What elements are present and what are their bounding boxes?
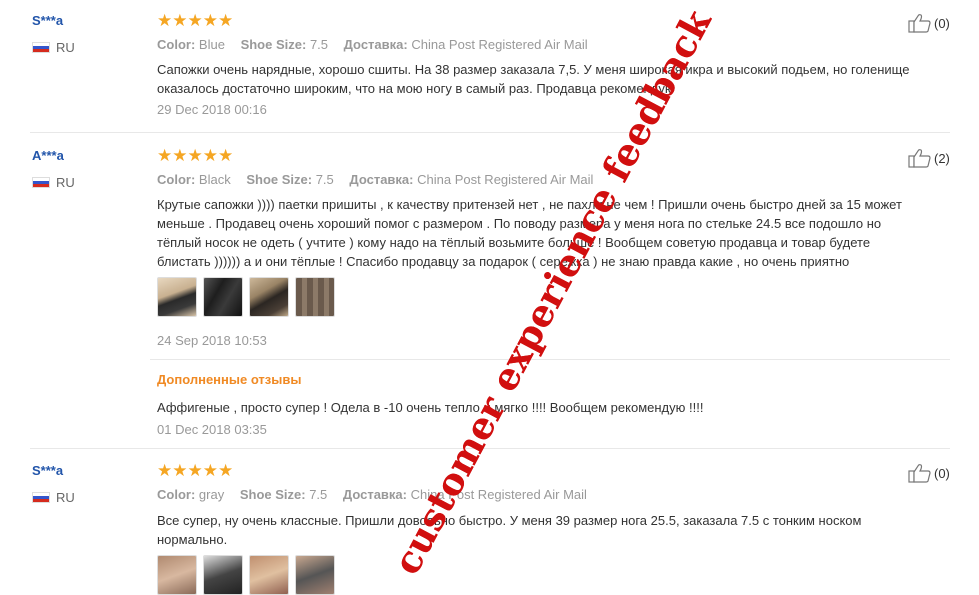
delivery-label: Доставка:	[342, 487, 407, 502]
color-label: Color:	[157, 172, 196, 187]
helpful-button[interactable]: (0)	[908, 463, 950, 483]
review-photo[interactable]	[203, 555, 243, 595]
reviewer-country: RU	[32, 490, 75, 505]
size-label: Shoe Size:	[240, 37, 307, 52]
review-divider	[30, 132, 950, 133]
helpful-count: (0)	[934, 15, 950, 31]
ru-flag-icon	[32, 42, 50, 53]
review-date: 24 Sep 2018 10:53	[157, 333, 267, 348]
country-code: RU	[56, 175, 75, 190]
ru-flag-icon	[32, 177, 50, 188]
review-photos	[157, 555, 335, 595]
color-value: Black	[198, 172, 231, 187]
thumbs-up-icon	[908, 149, 931, 168]
star-rating: ★★★★★	[157, 461, 234, 480]
additional-divider	[150, 359, 950, 360]
star-rating: ★★★★★	[157, 11, 234, 30]
helpful-count: (0)	[934, 465, 950, 481]
thumbs-up-icon	[908, 464, 931, 483]
reviewer-name[interactable]: A***a	[32, 148, 64, 163]
size-label: Shoe Size:	[246, 172, 313, 187]
ru-flag-icon	[32, 492, 50, 503]
reviewer-country: RU	[32, 40, 75, 55]
additional-review-title: Дополненные отзывы	[157, 372, 302, 387]
color-label: Color:	[157, 37, 196, 52]
review-divider	[30, 448, 950, 449]
size-value: 7.5	[309, 37, 329, 52]
delivery-value: China Post Registered Air Mail	[410, 487, 587, 502]
color-value: gray	[198, 487, 225, 502]
review-text: Сапожки очень нарядные, хорошо сшиты. На…	[157, 62, 910, 96]
helpful-count: (2)	[934, 150, 950, 166]
size-value: 7.5	[315, 172, 334, 187]
size-label: Shoe Size:	[239, 487, 306, 502]
helpful-button[interactable]: (0)	[908, 13, 950, 33]
review-meta: Color: gray Shoe Size: 7.5 Доставка: Chi…	[157, 487, 587, 502]
additional-review-date: 01 Dec 2018 03:35	[157, 422, 267, 437]
review-photo[interactable]	[157, 277, 197, 317]
review-photo[interactable]	[157, 555, 197, 595]
review-photo[interactable]	[295, 555, 335, 595]
additional-review-text: Аффигеные , просто супер ! Одела в -10 о…	[157, 400, 704, 415]
review-meta: Color: Blue Shoe Size: 7.5 Доставка: Chi…	[157, 37, 588, 52]
review-text: Все супер, ну очень классные. Пришли дов…	[157, 513, 862, 547]
review-date: 29 Dec 2018 00:16	[157, 102, 267, 117]
delivery-label: Доставка:	[343, 37, 408, 52]
review-photo[interactable]	[249, 277, 289, 317]
size-value: 7.5	[309, 487, 328, 502]
review-photo[interactable]	[249, 555, 289, 595]
review-text: Крутые сапожки )))) паетки пришиты , к к…	[157, 197, 902, 269]
reviewer-name[interactable]: S***a	[32, 13, 63, 28]
review-photo[interactable]	[295, 277, 335, 317]
reviewer-name[interactable]: S***a	[32, 463, 63, 478]
delivery-value: China Post Registered Air Mail	[417, 172, 594, 187]
reviewer-country: RU	[32, 175, 75, 190]
star-rating: ★★★★★	[157, 146, 234, 165]
review-photo[interactable]	[203, 277, 243, 317]
color-value: Blue	[198, 37, 225, 52]
helpful-button[interactable]: (2)	[908, 148, 950, 168]
color-label: Color:	[157, 487, 196, 502]
delivery-label: Доставка:	[349, 172, 414, 187]
country-code: RU	[56, 40, 75, 55]
review-meta: Color: Black Shoe Size: 7.5 Доставка: Ch…	[157, 172, 593, 187]
delivery-value: China Post Registered Air Mail	[411, 37, 588, 52]
country-code: RU	[56, 490, 75, 505]
thumbs-up-icon	[908, 14, 931, 33]
review-photos	[157, 277, 335, 317]
